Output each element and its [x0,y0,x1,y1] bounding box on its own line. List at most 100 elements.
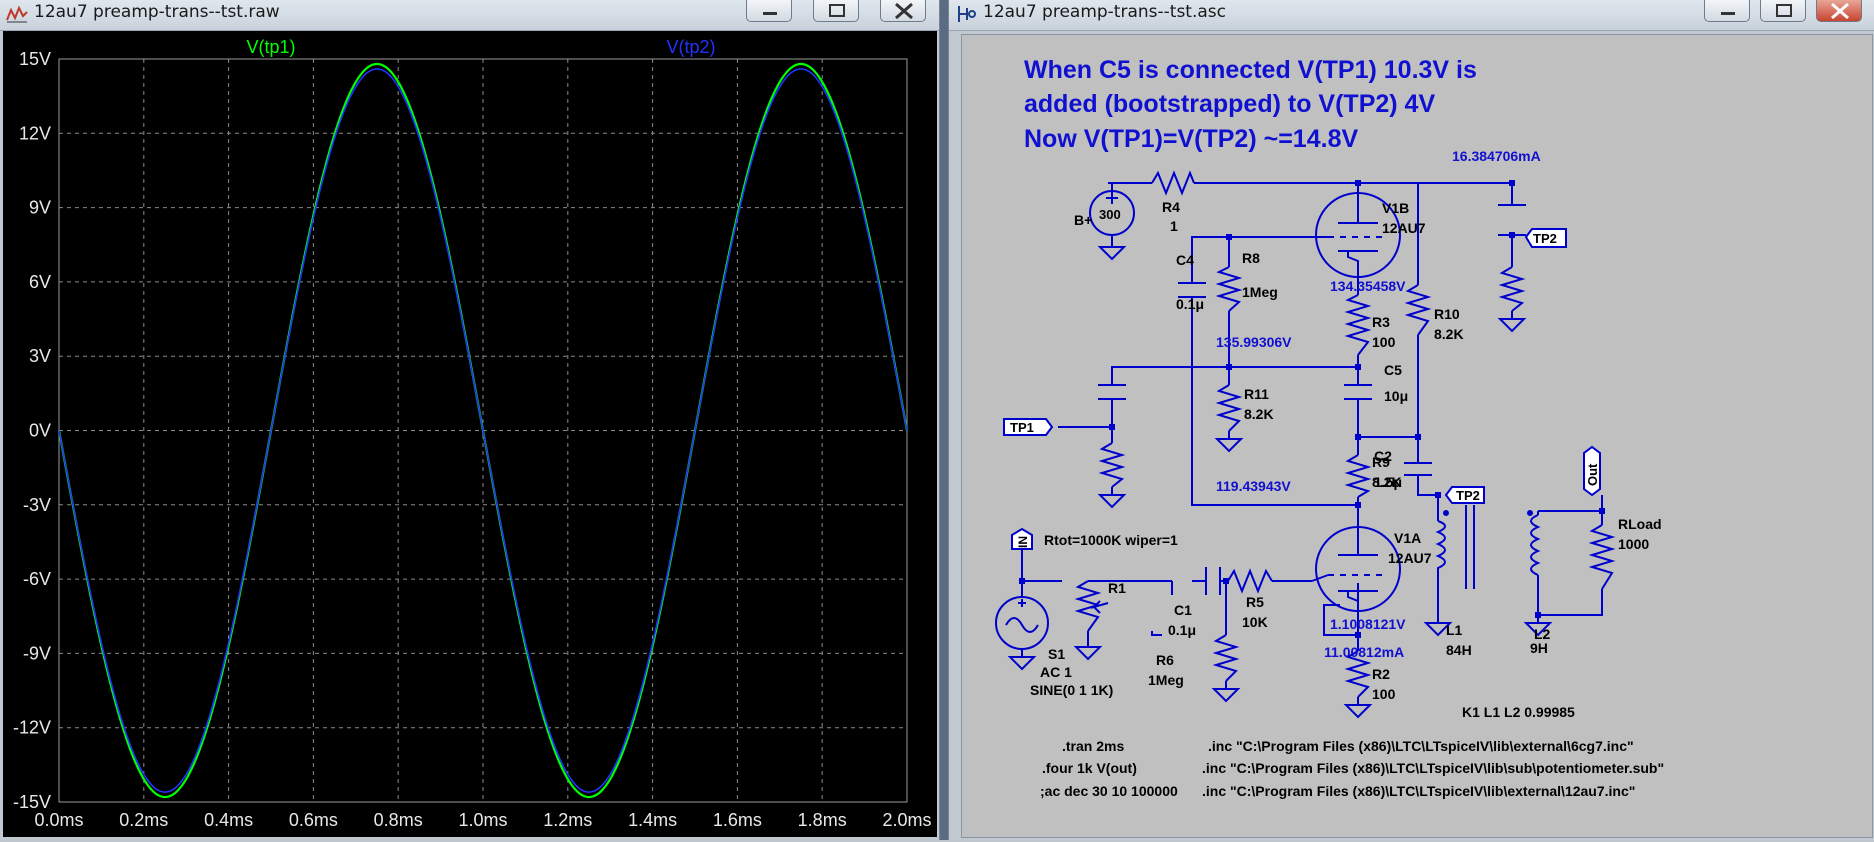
annotation-v135: 135.99306V [1216,334,1292,350]
legend-tp1[interactable]: V(tp1) [246,37,295,57]
y-tick-label: 12V [19,123,51,143]
label-r6: R6 [1156,652,1174,668]
schematic-titlebar[interactable]: 12au7 preamp-trans--tst.asc [949,0,1874,31]
label-c4: C4 [1176,252,1194,268]
close-button[interactable] [1816,0,1862,22]
waveform-window: 12au7 preamp-trans--tst.raw 15V 12V 9V 6V 3V… [0,0,940,840]
y-tick-label: 3V [29,346,51,366]
label-c4-val: 0.1μ [1176,296,1204,312]
directive-four: .four 1k V(out) [1042,760,1137,776]
label-r9-val: 8.2K [1372,474,1402,490]
schematic-canvas[interactable]: When C5 is connected V(TP1) 10.3V is add… [961,34,1873,838]
comment-line-1: When C5 is connected V(TP1) 10.3V is [1024,56,1477,84]
y-tick-label: 0V [29,421,51,441]
label-r1: R1 [1108,580,1126,596]
directive-inc-potentiometer: .inc "C:\Program Files (x86)\LTC\LTspice… [1202,760,1664,776]
ground-icon [1007,649,1037,671]
waveform-app-icon [6,5,28,23]
x-tick-label: 0.0ms [34,810,83,830]
legend-tp2[interactable]: V(tp2) [666,37,715,57]
label-r8-val: 1Meg [1242,284,1278,300]
label-s1-ac: AC 1 [1040,664,1072,680]
ground-icon [1497,311,1527,333]
close-button[interactable] [880,0,926,22]
resistor-r3 [1344,294,1372,356]
x-tick-label: 2.0ms [882,810,931,830]
label-v1b-val: 12AU7 [1382,220,1426,236]
label-v1a-val: 12AU7 [1388,550,1432,566]
waveform-window-title: 12au7 preamp-trans--tst.raw [34,2,280,22]
capacitor-c1 [1205,567,1221,595]
comment-line-2: added (bootstrapped) to V(TP2) 4V [1024,90,1435,118]
label-r11: R11 [1244,386,1269,402]
label-tp1: TP1 [1010,420,1034,435]
label-c5: C5 [1384,362,1402,378]
x-tick-label: 0.4ms [204,810,253,830]
label-s1-sine: SINE(0 1 1K) [1030,682,1113,698]
label-rload: RLoad [1618,516,1662,532]
ground-icon [1073,631,1103,661]
resistor-tp1-load [1098,442,1126,488]
label-r9: R9 [1372,454,1390,470]
maximize-button[interactable] [1760,0,1806,22]
resistor-r8 [1215,266,1243,312]
minimize-icon [763,12,777,15]
potentiometer-wiper [1090,600,1109,614]
tube-v1a [1311,515,1401,612]
maximize-button[interactable] [813,0,859,22]
schematic-drawing[interactable]: When C5 is connected V(TP1) 10.3V is add… [962,35,1872,837]
directive-ac: ;ac dec 30 10 100000 [1040,783,1178,799]
x-axis-ticks: 0.0ms 0.2ms 0.4ms 0.6ms 0.8ms 1.0ms 1.2ms 1.4ms… [34,810,931,830]
plot-pane[interactable]: 15V 12V 9V 6V 3V 0V -3V -6V -9V -12V -15V 0.0ms 0.2… [3,31,937,837]
capacitor-c5 [1344,384,1372,400]
y-tick-label: 6V [29,272,51,292]
label-k1: K1 L1 L2 0.99985 [1462,704,1575,720]
x-tick-label: 1.8ms [798,810,847,830]
resistor-r9 [1344,454,1372,498]
ground-icon [1214,431,1244,453]
ground-icon [1211,681,1241,703]
label-c1-val: 0.1μ [1168,622,1196,638]
ground-icon [1343,697,1373,719]
annotation-i-11: 11.00812mA [1324,644,1404,660]
x-tick-label: 1.2ms [543,810,592,830]
label-r6-val: 1Meg [1148,672,1184,688]
minimize-button[interactable] [746,0,792,22]
x-tick-label: 1.6ms [713,810,762,830]
y-tick-label: 9V [29,198,51,218]
label-r5-val: 10K [1242,614,1268,630]
y-tick-label: -9V [23,643,51,663]
resistor-r11 [1215,384,1243,432]
directive-inc-6cg7: .inc "C:\Program Files (x86)\LTC\LTspice… [1208,738,1634,754]
label-v1a: V1A [1394,530,1421,546]
ground-icon [1097,235,1127,261]
schematic-app-icon [958,6,976,22]
junctions [1019,180,1605,638]
x-tick-label: 1.0ms [458,810,507,830]
y-tick-label: -6V [23,569,51,589]
label-l1-val: 84H [1446,642,1472,658]
annotation-v1-10: 1.1008121V [1330,616,1406,632]
annotation-v134: 134.35458V [1330,278,1406,294]
y-axis-ticks: 15V 12V 9V 6V 3V 0V -3V -6V -9V -12V -15V [13,49,51,812]
waveform-titlebar[interactable]: 12au7 preamp-trans--tst.raw [0,0,939,31]
y-tick-label: -15V [13,792,51,812]
window-gap [940,0,948,840]
label-r11-val: 8.2K [1244,406,1274,422]
capacitor-c4 [1178,282,1206,298]
label-r4: R4 [1162,199,1180,215]
resistor-tp2-load [1498,266,1526,312]
directive-tran: .tran 2ms [1062,738,1124,754]
label-r3: R3 [1372,314,1390,330]
capacitor-tp2 [1498,204,1526,236]
y-tick-label: 15V [19,49,51,69]
label-c5-val: 10μ [1384,388,1408,404]
plot-canvas[interactable]: 15V 12V 9V 6V 3V 0V -3V -6V -9V -12V -15V 0.0ms 0.2… [3,31,937,837]
schematic-window: 12au7 preamp-trans--tst.asc When C5 is c… [948,0,1874,840]
label-r3-val: 100 [1372,334,1396,350]
label-out: Out [1585,463,1600,486]
ground-icon [1097,487,1127,509]
label-r2-val: 100 [1372,686,1396,702]
minimize-icon [1721,12,1735,15]
minimize-button[interactable] [1704,0,1750,22]
